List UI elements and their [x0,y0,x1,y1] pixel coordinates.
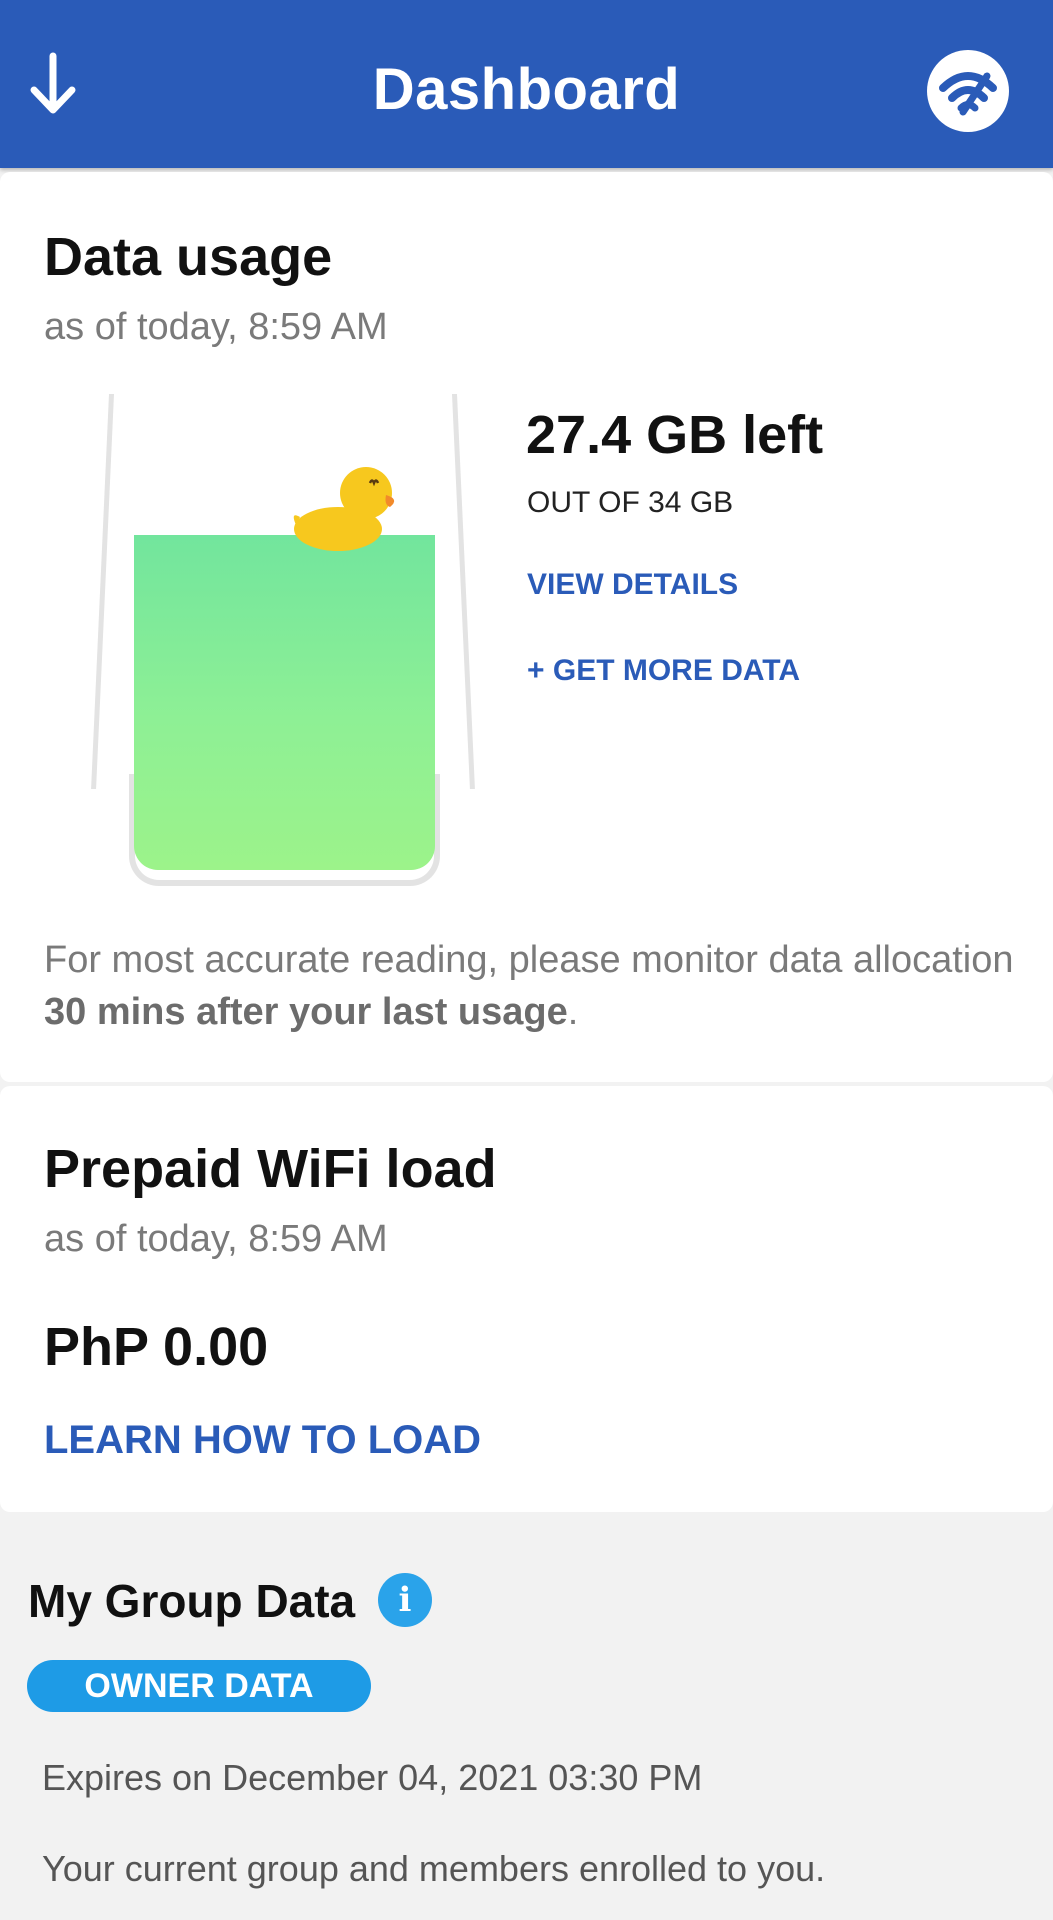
data-usage-timestamp: as of today, 8:59 AM [44,306,388,348]
expiry-date: Expires on December 04, 2021 03:30 PM [42,1757,703,1798]
page-title: Dashboard [372,57,681,122]
data-remaining: 27.4 GB left [526,405,824,465]
wifi-speed-icon [939,72,997,116]
rubber-duck-icon [293,467,395,551]
accuracy-note-emphasis: 30 mins after your last usage [44,991,568,1033]
prepaid-load-timestamp: as of today, 8:59 AM [44,1218,388,1260]
accuracy-note-end: . [567,991,579,1033]
group-description: Your current group and members enrolled … [42,1848,826,1889]
load-balance: PhP 0.00 [44,1317,269,1377]
glass-right-wall [452,394,475,789]
glass-left-wall [91,394,114,789]
data-usage-heading: Data usage [44,227,333,287]
accuracy-note: For most accurate reading, please monito… [44,934,1024,1038]
accuracy-note-text: For most accurate reading, please monito… [44,939,1014,981]
wifi-speed-button[interactable] [927,50,1009,132]
view-details-link[interactable]: VIEW DETAILS [527,568,738,602]
prepaid-load-card: Prepaid WiFi load as of today, 8:59 AM P… [0,1086,1053,1512]
data-glass-gauge [91,394,475,886]
water-level-fill [134,535,435,870]
learn-how-to-load-link[interactable]: LEARN HOW TO LOAD [44,1418,481,1463]
owner-data-badge[interactable]: OWNER DATA [27,1660,371,1712]
get-more-data-link[interactable]: + GET MORE DATA [527,654,800,688]
data-total: OUT OF 34 GB [527,486,734,519]
group-data-heading: My Group Data [28,1575,356,1627]
data-usage-card: Data usage as of today, 8:59 AM 27.4 GB … [0,172,1053,1082]
app-bar: Dashboard [0,0,1053,168]
prepaid-load-heading: Prepaid WiFi load [44,1139,497,1199]
info-icon[interactable]: i [378,1573,432,1627]
